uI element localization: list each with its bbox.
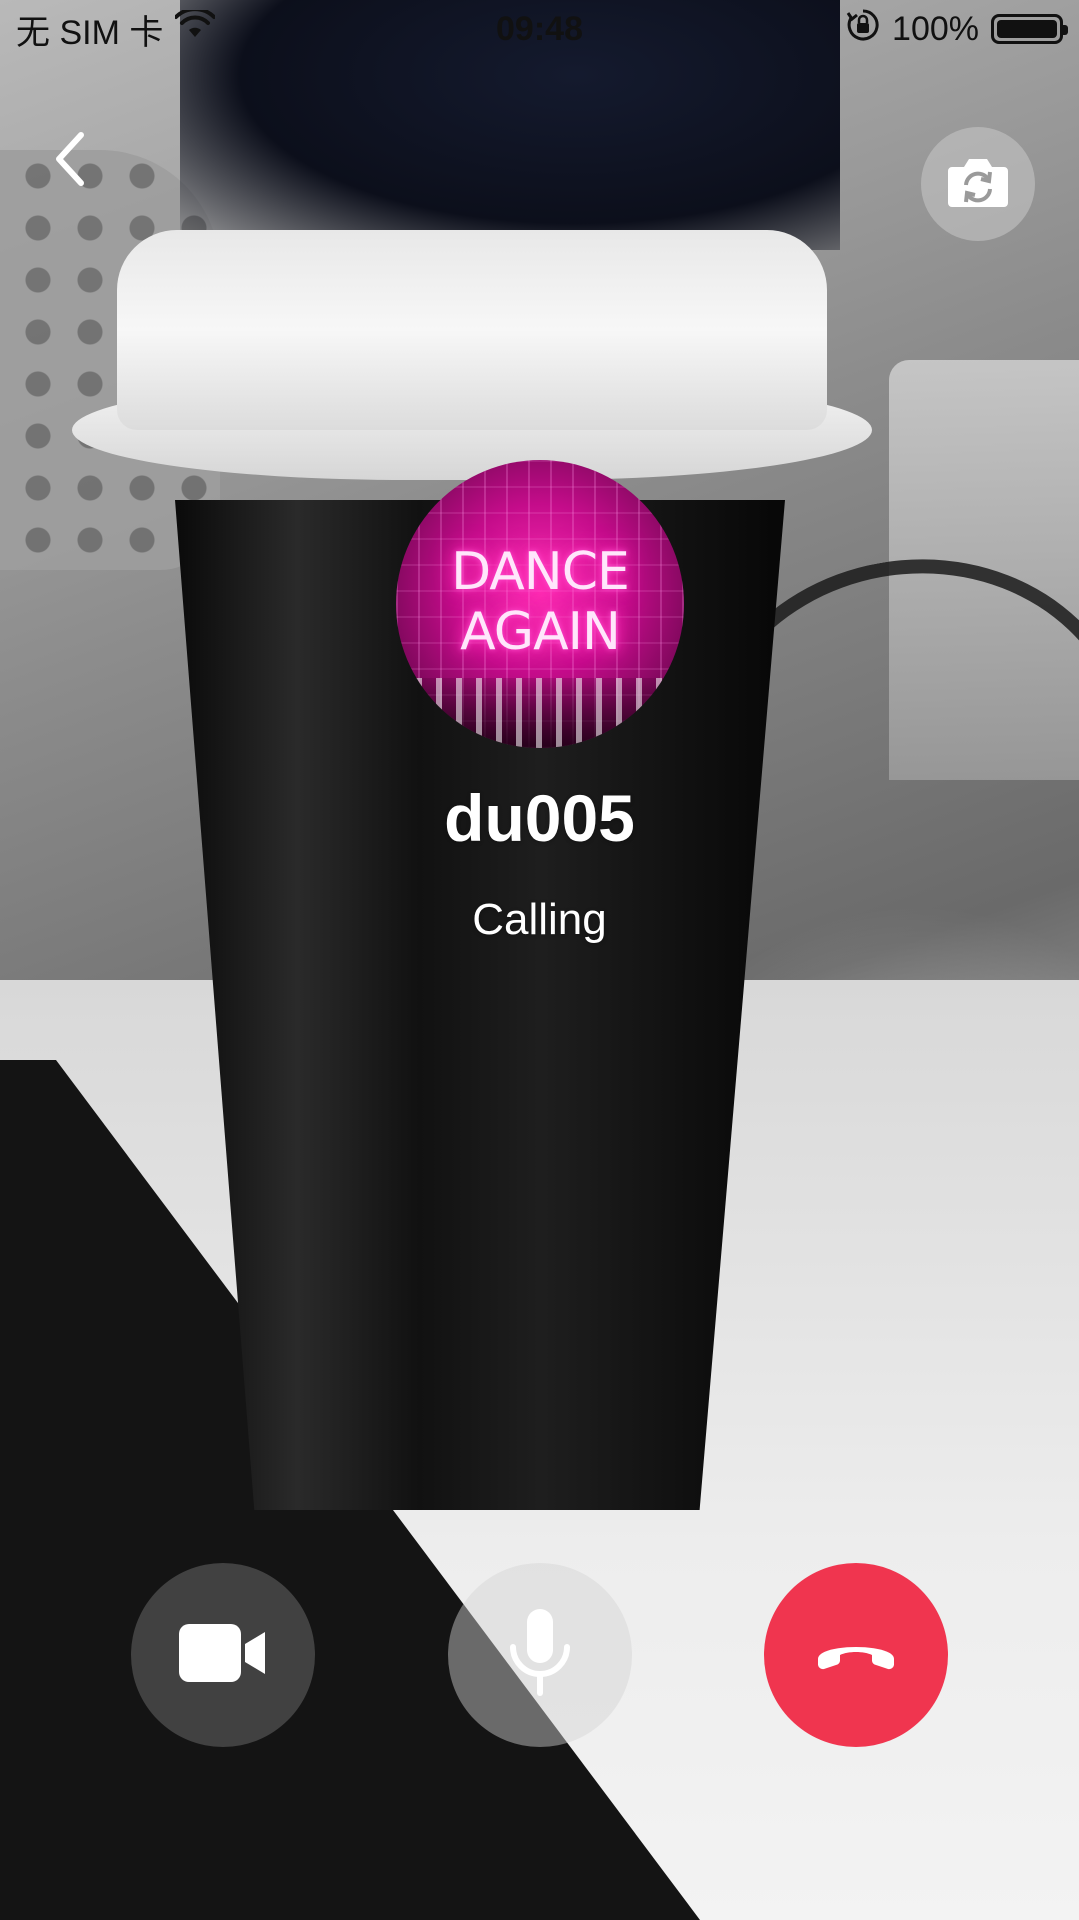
orientation-lock-icon xyxy=(846,8,880,51)
avatar-sign-line2: AGAIN xyxy=(460,602,621,662)
status-right: 100% xyxy=(846,8,1068,51)
battery-fill xyxy=(997,20,1057,38)
video-camera-icon xyxy=(177,1622,269,1689)
battery-tip xyxy=(1063,25,1068,35)
call-status: Calling xyxy=(472,895,607,944)
back-button[interactable] xyxy=(40,126,100,196)
avatar-sign-line1: DANCE xyxy=(451,542,630,602)
carrier-label: 无 SIM 卡 xyxy=(16,13,164,52)
caller-name: du005 xyxy=(444,781,635,855)
switch-camera-button[interactable] xyxy=(921,127,1035,241)
caller-avatar: DANCE AGAIN xyxy=(396,460,684,748)
video-call-screen: 无 SIM 卡 09:48 100% DANCE AGAIN du005 Cal… xyxy=(0,0,1079,1920)
avatar-neon-sign: DANCE AGAIN xyxy=(396,542,684,662)
chevron-left-icon xyxy=(53,131,87,192)
microphone-icon xyxy=(505,1607,575,1704)
cup-lid-top xyxy=(117,230,827,430)
avatar-bottles xyxy=(396,678,684,748)
status-bar: 无 SIM 卡 09:48 100% xyxy=(0,0,1079,58)
video-toggle-button[interactable] xyxy=(131,1563,315,1747)
status-left: 无 SIM 卡 xyxy=(16,5,217,54)
phone-hangup-icon xyxy=(814,1633,898,1678)
battery-percent: 100% xyxy=(892,9,979,48)
mic-toggle-button[interactable] xyxy=(448,1563,632,1747)
battery-icon xyxy=(991,14,1068,44)
call-controls xyxy=(0,1563,1079,1747)
hangup-button[interactable] xyxy=(764,1563,948,1747)
wifi-icon xyxy=(174,6,217,49)
camera-switch-icon xyxy=(946,155,1010,214)
